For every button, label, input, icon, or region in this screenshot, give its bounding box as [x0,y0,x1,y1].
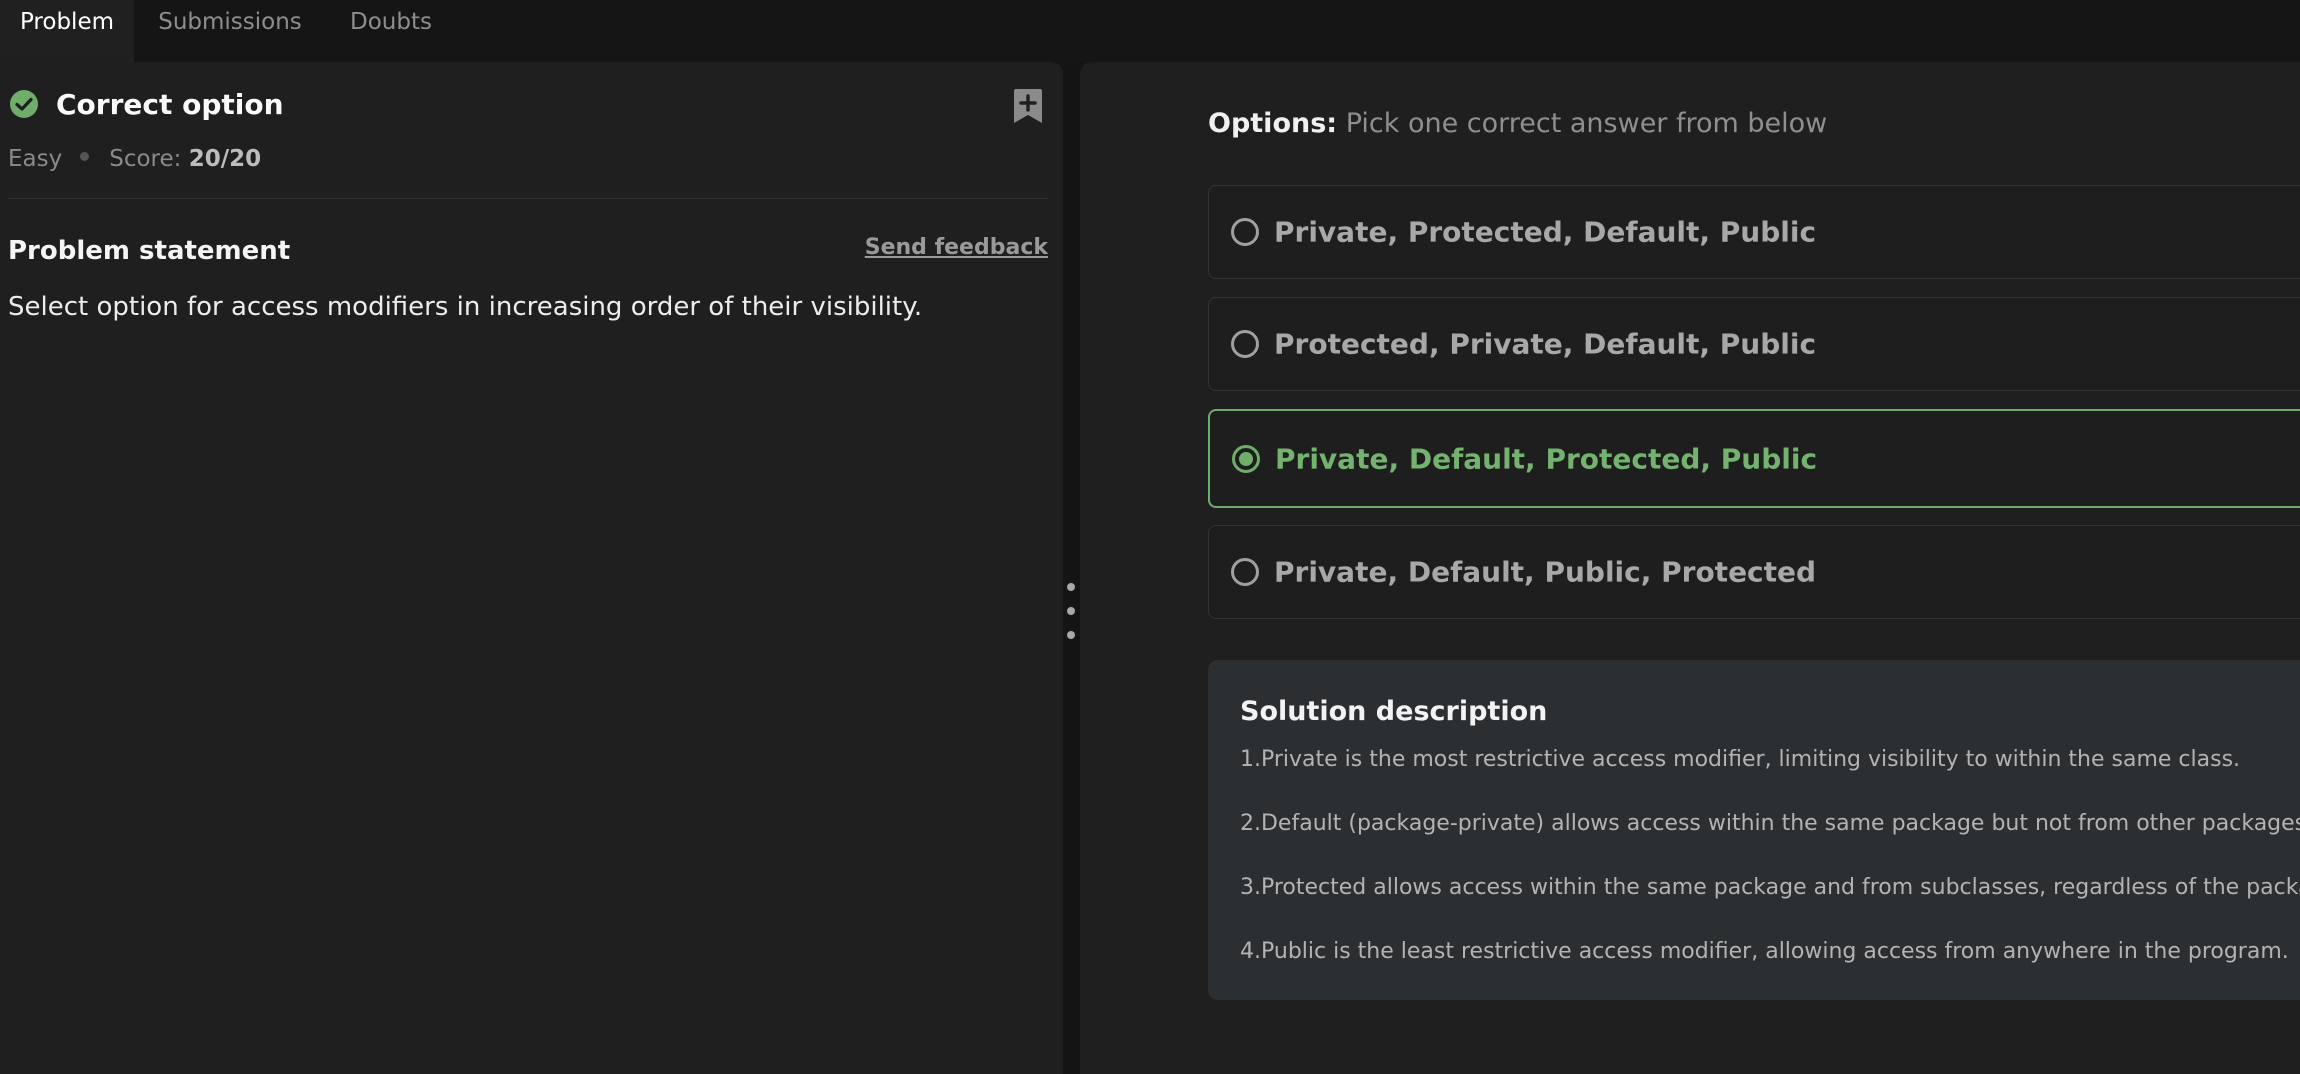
panel-resize-handle[interactable] [1065,583,1077,645]
problem-statement: Select option for access modifiers in in… [8,292,923,322]
option-3-selected[interactable]: Private, Default, Protected, Public [1208,409,2300,508]
options-header: Options: Pick one correct answer from be… [1208,108,1827,139]
bookmark-add-icon[interactable] [1012,88,1044,124]
solution-title: Solution description [1240,696,1548,727]
difficulty-label: Easy [8,146,63,172]
separator-dot [80,152,90,161]
solution-line: 4.Public is the least restrictive access… [1240,939,2289,964]
top-tab-bar: Problem Submissions Doubts [0,0,2300,62]
problem-panel: Correct option Easy Score: 20/20 Problem … [0,62,1063,1074]
tab-problem[interactable]: Problem [0,0,134,62]
radio-icon[interactable] [1231,330,1259,358]
check-circle-icon [10,90,38,118]
option-label: Private, Default, Protected, Public [1275,442,1818,475]
tab-doubts[interactable]: Doubts [336,0,446,62]
option-2[interactable]: Protected, Private, Default, Public [1208,297,2300,391]
score-label: Score: [109,146,182,172]
option-label: Private, Protected, Default, Public [1274,215,1817,249]
options-hint: Pick one correct answer from below [1345,108,1828,139]
send-feedback-link[interactable]: Send feedback [865,235,1048,260]
solution-line: 2.Default (package-private) allows acces… [1240,811,2300,836]
radio-icon[interactable] [1231,218,1259,246]
radio-icon[interactable] [1231,558,1259,586]
option-1[interactable]: Private, Protected, Default, Public [1208,185,2300,279]
problem-title: Correct option [56,88,284,121]
tab-submissions[interactable]: Submissions [148,0,312,62]
radio-selected-icon[interactable] [1232,444,1260,473]
option-label: Private, Default, Public, Protected [1274,555,1817,589]
options-label: Options: [1208,108,1338,139]
statement-title: Problem statement [8,236,291,266]
option-4[interactable]: Private, Default, Public, Protected [1208,525,2300,619]
solution-box: Solution description 1.Private is the mo… [1208,660,2300,1000]
divider [8,198,1048,199]
score-value: 20/20 [188,146,262,172]
problem-meta: Easy Score: 20/20 [8,146,261,172]
solution-line: 3.Protected allows access within the sam… [1240,875,2300,900]
solution-line: 1.Private is the most restrictive access… [1240,747,2241,772]
option-label: Protected, Private, Default, Public [1274,327,1817,361]
